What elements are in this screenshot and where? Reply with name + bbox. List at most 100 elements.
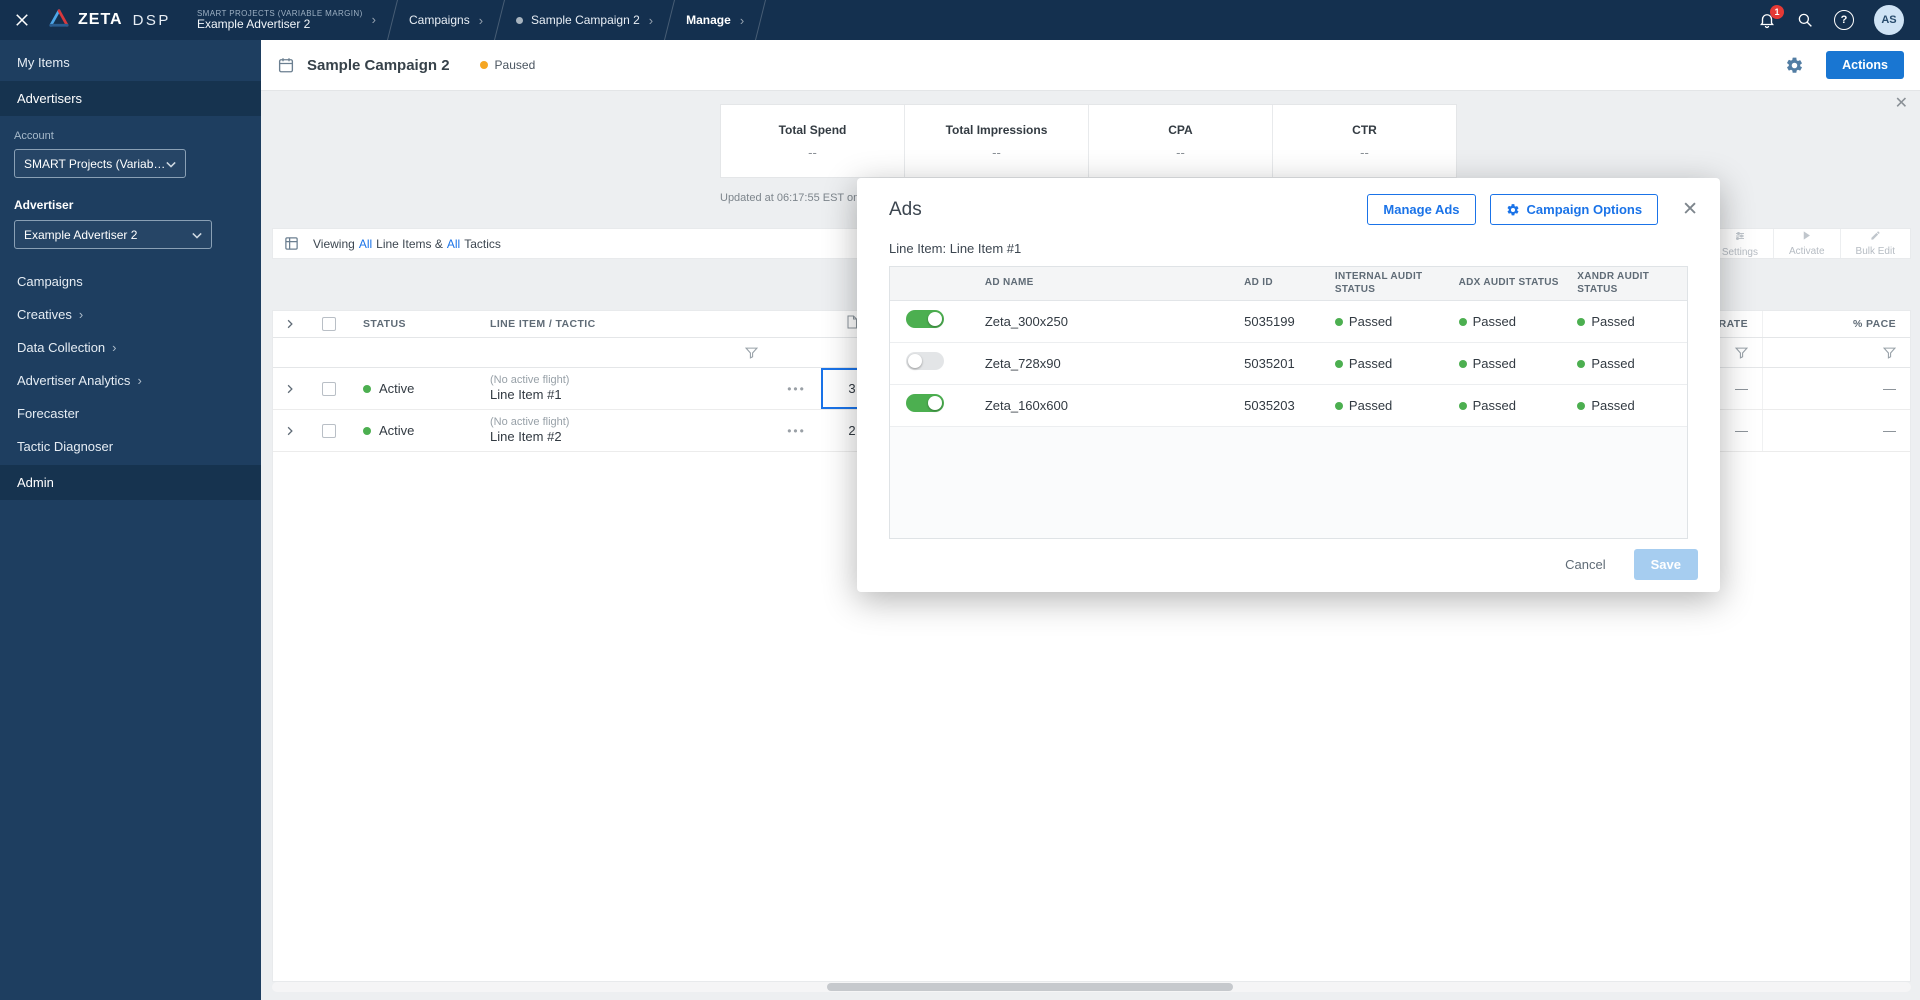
xandr-audit-status: Passed xyxy=(1591,314,1635,329)
select-all-checkbox[interactable] xyxy=(321,317,336,331)
breadcrumb-manage[interactable]: Manage › xyxy=(686,13,744,28)
adx-audit-status: Passed xyxy=(1472,356,1516,371)
sidebar-item-tactic-diagnoser[interactable]: Tactic Diagnoser xyxy=(0,430,261,463)
expand-row-icon[interactable] xyxy=(273,384,307,394)
account-select[interactable]: SMART Projects (Variable Margin) xyxy=(14,149,186,178)
filter-icon[interactable] xyxy=(1883,347,1896,359)
scrollbar-thumb[interactable] xyxy=(827,983,1233,991)
breadcrumb-campaigns[interactable]: Campaigns › xyxy=(409,13,483,28)
column-header-internal-audit: INTERNAL AUDIT STATUS xyxy=(1334,271,1423,295)
campaign-header: Sample Campaign 2 Paused Actions xyxy=(261,40,1920,90)
sidebar-item-data-collection[interactable]: Data Collection › xyxy=(0,331,261,364)
xandr-audit-status: Passed xyxy=(1591,398,1635,413)
sidebar-item-campaigns[interactable]: Campaigns xyxy=(0,265,261,298)
chevron-right-icon: › xyxy=(112,340,117,355)
ad-name: Zeta_300x250 xyxy=(984,314,1068,329)
sidebar-item-creatives[interactable]: Creatives › xyxy=(0,298,261,331)
all-line-items-link[interactable]: All xyxy=(359,237,372,251)
sidebar-item-admin[interactable]: Admin xyxy=(0,465,261,500)
breadcrumb-campaign[interactable]: Sample Campaign 2 › xyxy=(516,13,653,28)
column-header-pace[interactable]: % PACE xyxy=(1762,311,1910,337)
sidebar-item-forecaster[interactable]: Forecaster xyxy=(0,397,261,430)
active-status-dot xyxy=(363,384,371,393)
manage-ads-button[interactable]: Manage Ads xyxy=(1367,194,1476,225)
column-header-ad-name: AD NAME xyxy=(984,277,1034,289)
all-tactics-link[interactable]: All xyxy=(447,237,460,251)
avatar[interactable]: AS xyxy=(1874,5,1904,35)
ads-table-header: AD NAME AD ID INTERNAL AUDIT STATUS ADX … xyxy=(890,267,1687,301)
chevron-down-icon xyxy=(192,228,202,242)
internal-audit-status: Passed xyxy=(1348,356,1393,371)
breadcrumb: SMART PROJECTS (VARIABLE MARGIN) Example… xyxy=(197,0,777,40)
breadcrumb-advertiser-label: Example Advertiser 2 xyxy=(196,16,311,31)
activate-button[interactable]: Activate xyxy=(1772,229,1840,258)
gear-icon[interactable] xyxy=(1785,56,1804,75)
filter-icon[interactable] xyxy=(1735,347,1748,359)
expand-all-icon[interactable] xyxy=(273,319,307,329)
flight-note: (No active flight) xyxy=(490,415,570,428)
stat-ctr: CTR -- xyxy=(1272,105,1456,177)
adx-audit-status: Passed xyxy=(1472,398,1516,413)
breadcrumb-divider xyxy=(494,0,506,40)
column-header-status[interactable]: STATUS xyxy=(350,318,472,330)
ad-toggle[interactable] xyxy=(906,394,944,412)
ad-toggle[interactable] xyxy=(906,310,944,328)
breadcrumb-divider xyxy=(755,0,767,40)
xandr-audit-status: Passed xyxy=(1591,356,1635,371)
account-label: Account xyxy=(14,130,54,142)
column-header-line-item[interactable]: LINE ITEM / TACTIC xyxy=(472,318,772,330)
ad-name: Zeta_728x90 xyxy=(984,356,1061,371)
internal-audit-status: Passed xyxy=(1348,314,1393,329)
sidebar-item-advertisers[interactable]: Advertisers xyxy=(0,81,261,116)
sidebar-item-advertiser-analytics[interactable]: Advertiser Analytics › xyxy=(0,364,261,397)
calendar-icon xyxy=(277,56,295,74)
close-icon[interactable] xyxy=(0,0,44,40)
active-status-dot xyxy=(363,426,371,435)
passed-status-dot xyxy=(1577,317,1586,326)
chevron-right-icon: › xyxy=(137,373,142,388)
cancel-button[interactable]: Cancel xyxy=(1565,557,1605,572)
passed-status-dot xyxy=(1458,401,1467,410)
internal-audit-status: Passed xyxy=(1348,398,1393,413)
help-icon[interactable]: ? xyxy=(1834,10,1854,30)
modal-footer: Cancel Save xyxy=(1565,549,1698,580)
bulk-edit-button[interactable]: Bulk Edit xyxy=(1839,229,1910,258)
notifications-icon[interactable]: 1 xyxy=(1758,5,1784,29)
filter-icon[interactable] xyxy=(745,347,772,359)
expand-row-icon[interactable] xyxy=(273,426,307,436)
close-icon[interactable]: ✕ xyxy=(1895,96,1908,112)
search-icon[interactable] xyxy=(1796,11,1814,29)
save-button[interactable]: Save xyxy=(1633,549,1698,580)
sidebar-item-my-items[interactable]: My Items xyxy=(0,46,261,79)
row-checkbox[interactable] xyxy=(321,381,336,396)
more-options-icon[interactable]: ••• xyxy=(787,382,806,396)
pace-value: — xyxy=(1883,423,1896,438)
close-icon[interactable]: ✕ xyxy=(1682,200,1698,219)
stat-cpa: CPA -- xyxy=(1088,105,1272,177)
more-options-icon[interactable]: ••• xyxy=(787,424,806,438)
top-bar: ZETA DSP SMART PROJECTS (VARIABLE MARGIN… xyxy=(0,0,1920,40)
actions-button[interactable]: Actions xyxy=(1826,51,1904,79)
line-item-name: Line Item #2 xyxy=(490,429,562,445)
chevron-right-icon: › xyxy=(739,12,745,28)
row-checkbox[interactable] xyxy=(321,423,336,438)
passed-status-dot xyxy=(1334,359,1343,368)
campaign-options-button[interactable]: Campaign Options xyxy=(1489,194,1659,225)
zeta-dsp-logo[interactable]: ZETA DSP xyxy=(48,8,171,33)
grid-columns-icon[interactable] xyxy=(284,236,299,251)
win-rate-value: — xyxy=(1735,381,1748,396)
sidebar: My Items Advertisers Account SMART Proje… xyxy=(0,40,261,1000)
win-rate-value: — xyxy=(1735,423,1748,438)
advertiser-select[interactable]: Example Advertiser 2 xyxy=(14,220,212,249)
breadcrumb-advertiser[interactable]: SMART PROJECTS (VARIABLE MARGIN) Example… xyxy=(197,9,376,32)
column-header-ad-id: AD ID xyxy=(1244,277,1273,289)
passed-status-dot xyxy=(1334,401,1343,410)
chevron-right-icon: › xyxy=(78,307,84,322)
passed-status-dot xyxy=(1577,401,1586,410)
activate-icon xyxy=(1801,230,1812,244)
ad-row: Zeta_728x90 5035201 Passed Passed Passed xyxy=(890,343,1687,385)
adx-audit-status: Passed xyxy=(1472,314,1516,329)
horizontal-scrollbar[interactable] xyxy=(272,982,1911,992)
ad-row: Zeta_160x600 5035203 Passed Passed Passe… xyxy=(890,385,1687,427)
ad-toggle[interactable] xyxy=(906,352,944,370)
